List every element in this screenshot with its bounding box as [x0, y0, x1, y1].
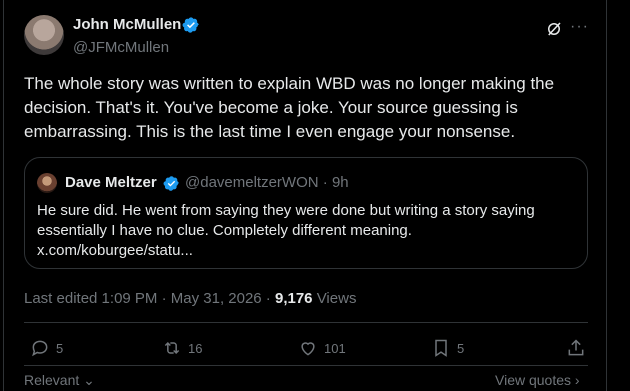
divider — [24, 365, 588, 366]
share-button[interactable] — [566, 337, 586, 359]
reply-button[interactable]: 5 — [30, 337, 63, 359]
more-icon[interactable]: ··· — [570, 18, 589, 36]
reply-count: 5 — [56, 340, 64, 356]
reply-icon — [32, 340, 48, 357]
right-border — [606, 0, 607, 391]
repost-icon — [164, 341, 180, 355]
tweet-meta: Last edited 1:09 PM · May 31, 2026 · 9,1… — [24, 290, 356, 307]
share-icon — [568, 339, 584, 356]
avatar[interactable] — [24, 15, 64, 55]
relevant-label: Relevant — [24, 372, 80, 388]
tweet-detail: John McMullen @JFMcMullen ··· The whole … — [0, 0, 630, 391]
verified-icon — [163, 176, 179, 191]
bookmark-icon — [435, 339, 447, 357]
sort-relevant-dropdown[interactable]: Relevant ⌄ — [24, 372, 95, 389]
divider — [24, 322, 588, 323]
like-button[interactable]: 101 — [298, 337, 346, 359]
verified-icon[interactable] — [182, 16, 200, 34]
view-quotes-label: View quotes — [495, 372, 572, 388]
repost-button[interactable]: 16 — [162, 337, 202, 359]
quoted-link[interactable]: x.com/koburgee/statu... — [37, 241, 577, 261]
like-count: 101 — [324, 340, 346, 356]
views-count: 9,176 — [274, 290, 313, 307]
views-label: Views — [312, 290, 357, 307]
heart-icon — [301, 342, 315, 356]
repost-count: 16 — [188, 340, 203, 356]
author-name[interactable]: John McMullen — [73, 16, 181, 33]
left-border — [3, 0, 4, 391]
edited-info[interactable]: Last edited 1:09 PM · May 31, 2026 · — [24, 290, 275, 307]
quoted-handle: @davemeltzerWON — [185, 174, 319, 191]
bookmark-button[interactable]: 5 — [431, 337, 464, 359]
quoted-text: He sure did. He went from saying they we… — [37, 202, 535, 239]
view-quotes-link[interactable]: View quotes › — [495, 372, 580, 388]
tweet-text: The whole story was written to explain W… — [24, 74, 555, 141]
quoted-name: Dave Meltzer — [65, 174, 157, 191]
quoted-tweet[interactable]: Dave Meltzer @davemeltzerWON · 9h He sur… — [24, 157, 588, 269]
quoted-body: He sure did. He went from saying they we… — [37, 201, 577, 261]
bookmark-count: 5 — [457, 340, 465, 356]
quoted-avatar — [37, 173, 57, 193]
author-handle[interactable]: @JFMcMullen — [73, 39, 169, 56]
grok-icon[interactable] — [545, 20, 563, 38]
dot-separator: · — [322, 174, 332, 191]
quoted-time: 9h — [331, 174, 349, 191]
chevron-right-icon: › — [574, 372, 580, 388]
chevron-down-icon: ⌄ — [83, 372, 95, 388]
quoted-handle-time: @davemeltzerWON · 9h — [185, 174, 349, 191]
